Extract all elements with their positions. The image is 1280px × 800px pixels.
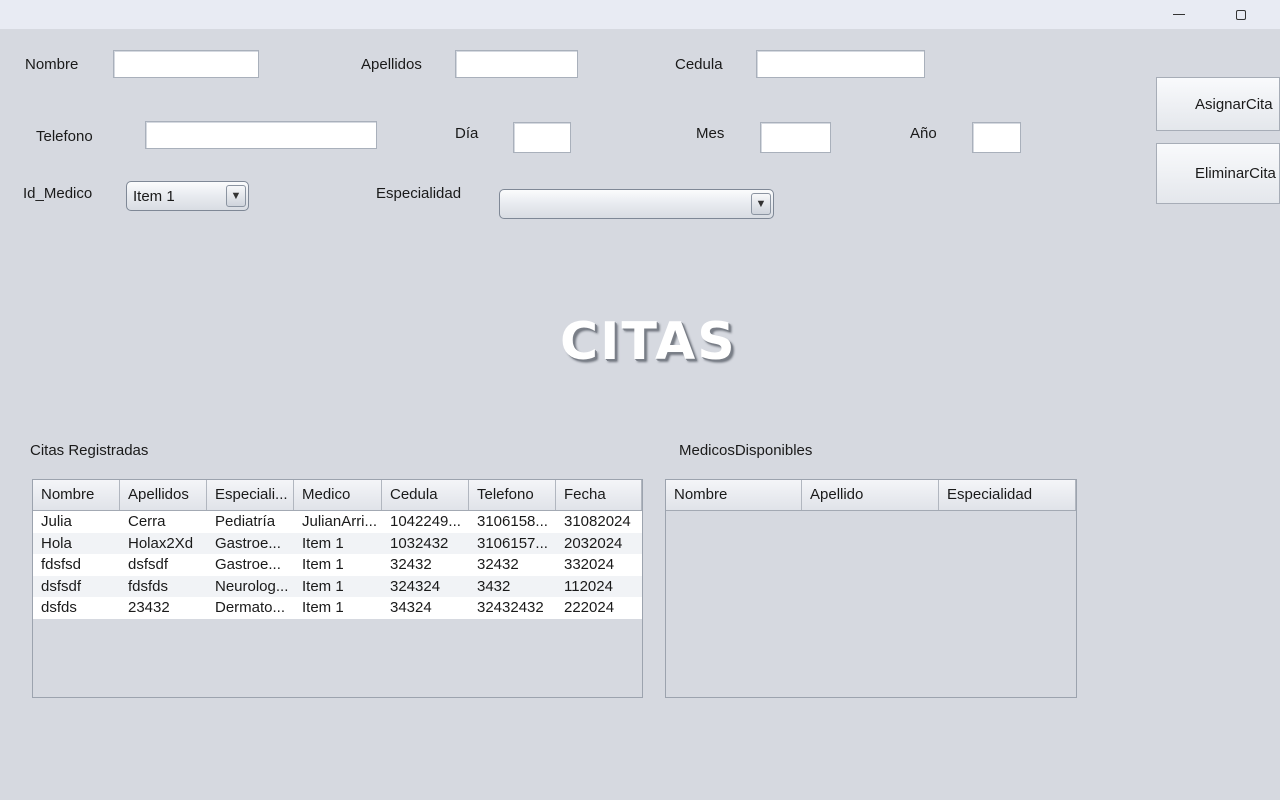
citas-table-header: Nombre Apellidos Especiali... Medico Cedula T… — [33, 480, 642, 511]
apellidos-label: Apellidos — [361, 56, 422, 73]
table-cell: 222024 — [564, 599, 615, 616]
apellidos-input[interactable] — [455, 50, 578, 78]
cedula-input[interactable] — [756, 50, 925, 78]
table-cell: 32432432 — [477, 599, 544, 616]
table-cell: Gastroe... — [215, 556, 281, 573]
id-medico-select[interactable]: Item 1 ▼ — [126, 181, 249, 211]
table-cell: fdsfds — [128, 577, 169, 595]
table-cell: Dermato... — [215, 599, 286, 616]
table-cell: dsfds — [41, 599, 77, 616]
table-cell: 1032432 — [390, 534, 449, 552]
especialidad-label: Especialidad — [376, 185, 462, 202]
citas-column-header[interactable]: Especiali... — [207, 480, 294, 510]
medicos-column-header[interactable]: Nombre — [666, 480, 802, 510]
id-medico-label: Id_Medico — [23, 185, 93, 202]
cedula-label: Cedula — [675, 56, 723, 73]
table-row[interactable]: dsfds 23432 Dermato... Item 1 34324 32432432 2… — [33, 597, 642, 619]
table-cell: Item 1 — [302, 556, 344, 573]
table-cell: Holax2Xd — [128, 534, 194, 552]
title-bar — [0, 0, 1280, 29]
table-cell: 34324 — [390, 599, 432, 616]
table-cell: 32432 — [390, 556, 432, 573]
table-cell: Neurolog... — [215, 577, 289, 595]
citas-column-header[interactable]: Cedula — [382, 480, 469, 510]
table-cell: Gastroe... — [215, 534, 281, 552]
table-cell: 3106157... — [477, 534, 548, 552]
table-cell: Item 1 — [302, 577, 344, 595]
citas-column-header[interactable]: Telefono — [469, 480, 556, 510]
table-cell: dsfsdf — [128, 556, 169, 573]
medicos-title: MedicosDisponibles — [679, 442, 813, 459]
dia-input[interactable] — [513, 122, 571, 153]
table-cell: Pediatría — [215, 513, 276, 530]
table-cell: JulianArri... — [302, 513, 378, 530]
nombre-label: Nombre — [25, 56, 79, 73]
medicos-column-header[interactable]: Apellido — [802, 480, 939, 510]
table-cell: Hola — [41, 534, 72, 552]
telefono-input[interactable] — [145, 121, 377, 149]
table-cell: 3106158... — [477, 513, 548, 530]
medicos-table[interactable]: Nombre Apellido Especialidad — [665, 479, 1077, 698]
table-cell: 32432 — [477, 556, 519, 573]
citas-column-header[interactable]: Fecha — [556, 480, 642, 510]
table-cell: dsfsdf — [41, 577, 82, 595]
table-cell: 23432 — [128, 599, 170, 616]
table-cell: Item 1 — [302, 599, 344, 616]
asignar-cita-button[interactable]: AsignarCita — [1156, 77, 1280, 131]
table-row[interactable]: Hola Holax2Xd Gastroe... Item 1 1032432 31061… — [33, 532, 642, 554]
minimize-icon — [1173, 14, 1185, 15]
minimize-button[interactable] — [1156, 0, 1202, 29]
table-row[interactable]: dsfsdf fdsfds Neurolog... Item 1 324324 3432 1… — [33, 575, 642, 597]
mes-label: Mes — [696, 125, 725, 142]
citas-table[interactable]: Nombre Apellidos Especiali... Medico Cedula T… — [32, 479, 643, 698]
table-row[interactable]: Julia Cerra Pediatría JulianArri... 1042249.… — [33, 511, 642, 533]
table-cell: 1042249... — [390, 513, 461, 530]
citas-column-header[interactable]: Nombre — [33, 480, 120, 510]
table-cell: Julia — [41, 513, 72, 530]
chevron-down-icon[interactable]: ▼ — [751, 193, 771, 215]
table-cell: 31082024 — [564, 513, 631, 530]
table-row[interactable]: fdsfsd dsfsdf Gastroe... Item 1 32432 32432 33… — [33, 554, 642, 576]
especialidad-select[interactable]: ▼ — [499, 189, 774, 219]
table-cell: 324324 — [390, 577, 441, 595]
maximize-button[interactable] — [1218, 0, 1264, 29]
table-cell: fdsfsd — [41, 556, 82, 573]
citas-title: Citas Registradas — [30, 442, 149, 459]
nombre-input[interactable] — [113, 50, 259, 78]
table-cell: 112024 — [564, 577, 613, 595]
anio-label: Año — [910, 125, 937, 142]
telefono-label: Telefono — [36, 128, 93, 145]
id-medico-value: Item 1 — [133, 187, 175, 205]
citas-column-header[interactable]: Medico — [294, 480, 382, 510]
table-cell: 3432 — [477, 577, 511, 595]
table-cell: Cerra — [128, 513, 166, 530]
medicos-table-header: Nombre Apellido Especialidad — [666, 480, 1076, 511]
mes-input[interactable] — [760, 122, 831, 153]
chevron-down-icon[interactable]: ▼ — [226, 185, 246, 207]
citas-table-body: Julia Cerra Pediatría JulianArri... 1042249.… — [33, 511, 642, 619]
maximize-icon — [1236, 9, 1246, 20]
table-cell: Item 1 — [302, 534, 344, 552]
table-cell: 2032024 — [564, 534, 623, 552]
citas-column-header[interactable]: Apellidos — [120, 480, 207, 510]
medicos-column-header[interactable]: Especialidad — [939, 480, 1076, 510]
eliminar-cita-button[interactable]: EliminarCita — [1156, 143, 1280, 204]
dia-label: Día — [455, 125, 479, 142]
anio-input[interactable] — [972, 122, 1021, 153]
table-cell: 332024 — [564, 556, 615, 573]
page-title: CITAS — [560, 312, 737, 372]
